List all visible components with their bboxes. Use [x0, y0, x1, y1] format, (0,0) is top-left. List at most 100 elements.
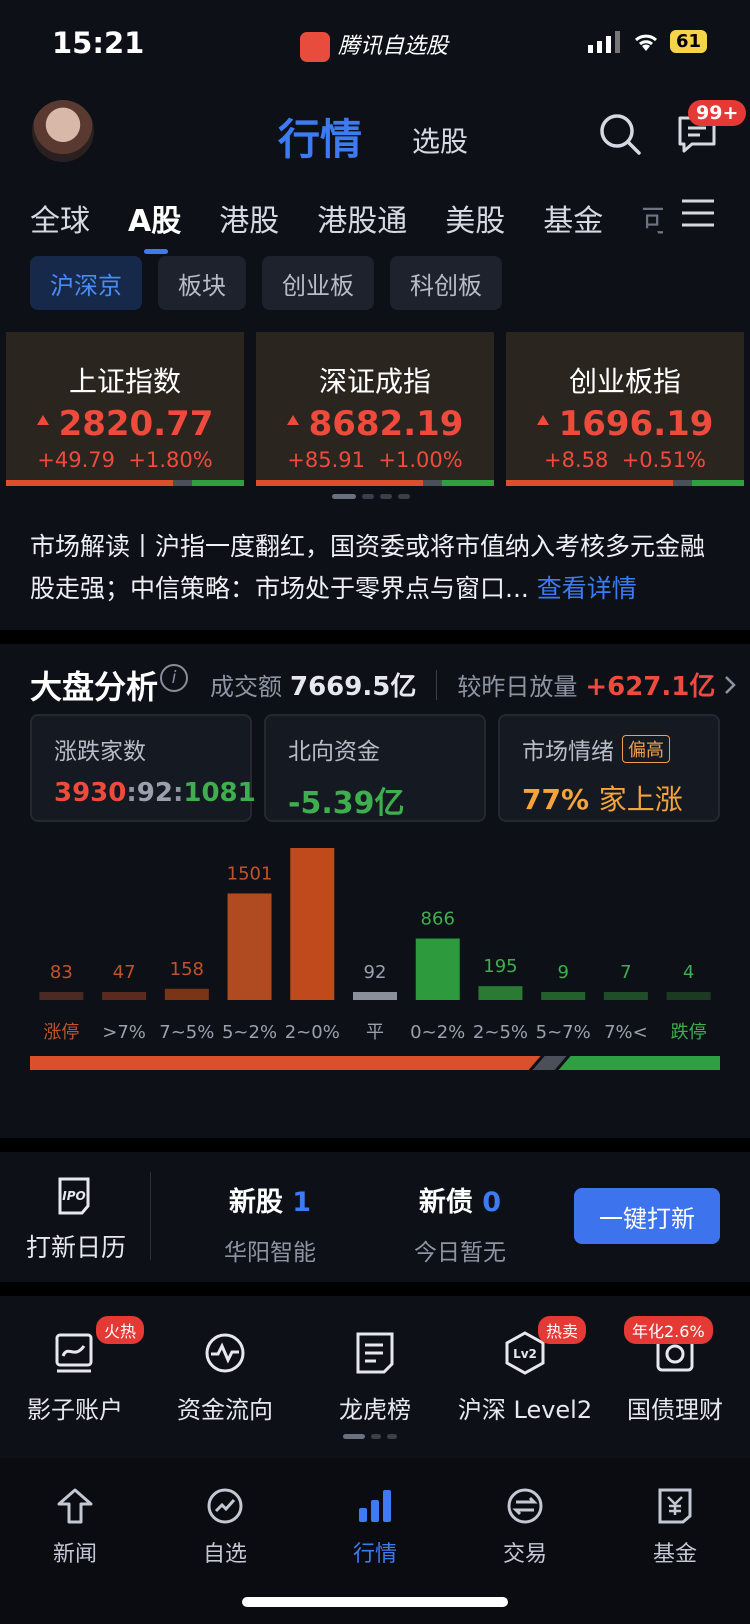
index-card[interactable]: 创业板指 1696.19 +8.58 +0.51%	[506, 332, 744, 486]
menu-icon[interactable]	[680, 198, 716, 228]
ipo-calendar-label[interactable]: 打新日历	[26, 1228, 126, 1264]
nav-label: 行情	[352, 1542, 397, 1567]
tool-treasury[interactable]: 国债理财 年化2.6%	[600, 1300, 750, 1425]
category-label: 7~5%	[159, 1022, 214, 1043]
index-card[interactable]: 深证成指 8682.19 +85.91 +1.00%	[256, 332, 494, 486]
index-price: 1696.19	[558, 404, 714, 444]
index-card[interactable]: 上证指数 2820.77 +49.79 +1.80%	[6, 332, 244, 486]
battery-indicator: 61	[670, 30, 708, 53]
shadow-account-icon	[55, 1333, 93, 1373]
index-pct: +1.00%	[378, 448, 463, 472]
chart-bar	[478, 986, 523, 1000]
index-price: 2820.77	[58, 404, 214, 444]
category-label: 2~0%	[285, 1022, 340, 1043]
new-stock-count: 1	[292, 1187, 312, 1218]
chevron-right-icon	[725, 675, 737, 694]
nav-fund[interactable]: 基金	[600, 1458, 750, 1624]
tab-global[interactable]: 全球	[30, 196, 90, 240]
news-detail-link[interactable]: 查看详情	[537, 574, 637, 603]
updown-count-box[interactable]: 涨跌家数 3930:92:1081	[30, 714, 256, 822]
index-cards: 上证指数 2820.77 +49.79 +1.80% 深证成指 8682.19 …	[6, 332, 744, 486]
index-price: 8682.19	[308, 404, 464, 444]
tool-label: 影子账户	[27, 1396, 123, 1424]
chart-bar	[164, 988, 209, 1000]
chip-sectors[interactable]: 板块	[158, 256, 246, 310]
chart-bar	[666, 992, 711, 1000]
chart-bar	[603, 992, 648, 1000]
market-tabs: 全球 A股 港股 港股通 美股 基金 可	[30, 196, 663, 254]
ratio-separator: :	[172, 778, 184, 808]
tool-shadow-account[interactable]: 影子账户 火热	[0, 1300, 150, 1425]
tab-more-partial[interactable]: 可	[641, 196, 663, 240]
tab-market[interactable]: 行情	[278, 106, 362, 167]
hot-sale-badge: 热卖	[538, 1316, 587, 1344]
market-bars-icon	[359, 1490, 391, 1522]
new-bond-label: 新债	[418, 1187, 473, 1218]
market-news[interactable]: 市场解读丨沪指一度翻红，国资委或将市值纳入考核多元金融股走强；中信策略：市场处于…	[30, 526, 720, 610]
avatar[interactable]	[32, 100, 94, 162]
volume-change-label: 较昨日放量	[457, 673, 578, 701]
advance-bar	[30, 1056, 541, 1070]
new-stock-name: 华阳智能	[224, 1240, 316, 1266]
category-label: 5~7%	[536, 1022, 591, 1043]
tab-hk[interactable]: 港股	[219, 196, 279, 240]
index-change: +49.79	[37, 448, 116, 472]
tab-stock-picker[interactable]: 选股	[412, 120, 468, 160]
nav-news[interactable]: 新闻	[0, 1458, 150, 1624]
tool-money-flow[interactable]: 资金流向	[150, 1300, 300, 1425]
status-time: 15:21	[52, 26, 145, 60]
app-name-text: 腾讯自选股	[338, 34, 449, 59]
bar-value-label: 195	[483, 956, 517, 977]
chip-shanghai-shenzhen-beijing[interactable]: 沪深京	[30, 256, 142, 310]
northbound-value: -5.39亿	[288, 786, 405, 821]
tab-a-share[interactable]: A股	[128, 196, 181, 254]
tab-fund[interactable]: 基金	[543, 196, 603, 240]
volume-change-value: +627.1亿	[585, 672, 716, 702]
tool-level2[interactable]: Lv2 沪深 Level2 热卖	[450, 1300, 600, 1425]
index-change: +8.58	[543, 448, 609, 472]
chart-bar	[541, 992, 586, 1000]
bar-value-label: 83	[50, 962, 73, 983]
bar-value-label: 92	[364, 962, 387, 983]
carousel-dots	[332, 494, 410, 499]
one-click-subscribe-button[interactable]: 一键打新	[574, 1188, 720, 1244]
ratio-separator: :	[126, 778, 137, 808]
wifi-icon	[635, 34, 657, 51]
turnover-row[interactable]: 成交额 7669.5亿 较昨日放量 +627.1亿	[210, 666, 737, 703]
tool-label: 资金流向	[177, 1396, 273, 1424]
tab-us[interactable]: 美股	[445, 196, 505, 240]
sub-filter-chips: 沪深京 板块 创业板 科创板	[30, 256, 502, 310]
category-label: 2~5%	[473, 1022, 528, 1043]
updown-label: 涨跌家数	[54, 739, 146, 765]
chart-bar	[353, 992, 397, 1000]
info-icon[interactable]: i	[160, 664, 188, 692]
index-name: 创业板指	[568, 365, 681, 398]
breadth-bar	[6, 480, 244, 486]
analysis-title: 大盘分析	[30, 668, 159, 706]
turnover-label: 成交额	[210, 673, 282, 701]
search-icon[interactable]	[598, 112, 642, 156]
chip-chinext[interactable]: 创业板	[262, 256, 374, 310]
turnover-value: 7669.5亿	[290, 672, 417, 702]
tab-hk-connect[interactable]: 港股通	[317, 196, 407, 240]
sentiment-box[interactable]: 市场情绪 偏高 77% 家上涨	[498, 714, 720, 822]
new-stock-item[interactable]: 新股 1 华阳智能	[212, 1180, 328, 1267]
chip-star-market[interactable]: 科创板	[390, 256, 502, 310]
money-flow-icon	[205, 1333, 245, 1373]
nav-label: 自选	[202, 1542, 247, 1567]
index-pct: +0.51%	[621, 448, 707, 472]
tool-dragon-tiger-list[interactable]: 龙虎榜	[300, 1300, 450, 1425]
category-label: 跌停	[671, 1022, 707, 1043]
bar-value-label: 7	[620, 962, 631, 983]
bar-value-label: 1501	[227, 863, 273, 884]
category-label: 5~2%	[222, 1022, 277, 1043]
northbound-box[interactable]: 北向资金 -5.39亿	[264, 714, 486, 822]
signal-icon	[588, 30, 620, 53]
northbound-label: 北向资金	[288, 739, 380, 765]
up-arrow-icon	[36, 414, 49, 425]
app-logo-icon	[300, 32, 330, 62]
bar-value-label: 47	[113, 962, 136, 983]
trade-icon	[507, 1488, 543, 1524]
new-bond-item[interactable]: 新债 0 今日暂无	[402, 1180, 518, 1267]
ipo-calendar-icon[interactable]: IPO	[54, 1176, 94, 1216]
